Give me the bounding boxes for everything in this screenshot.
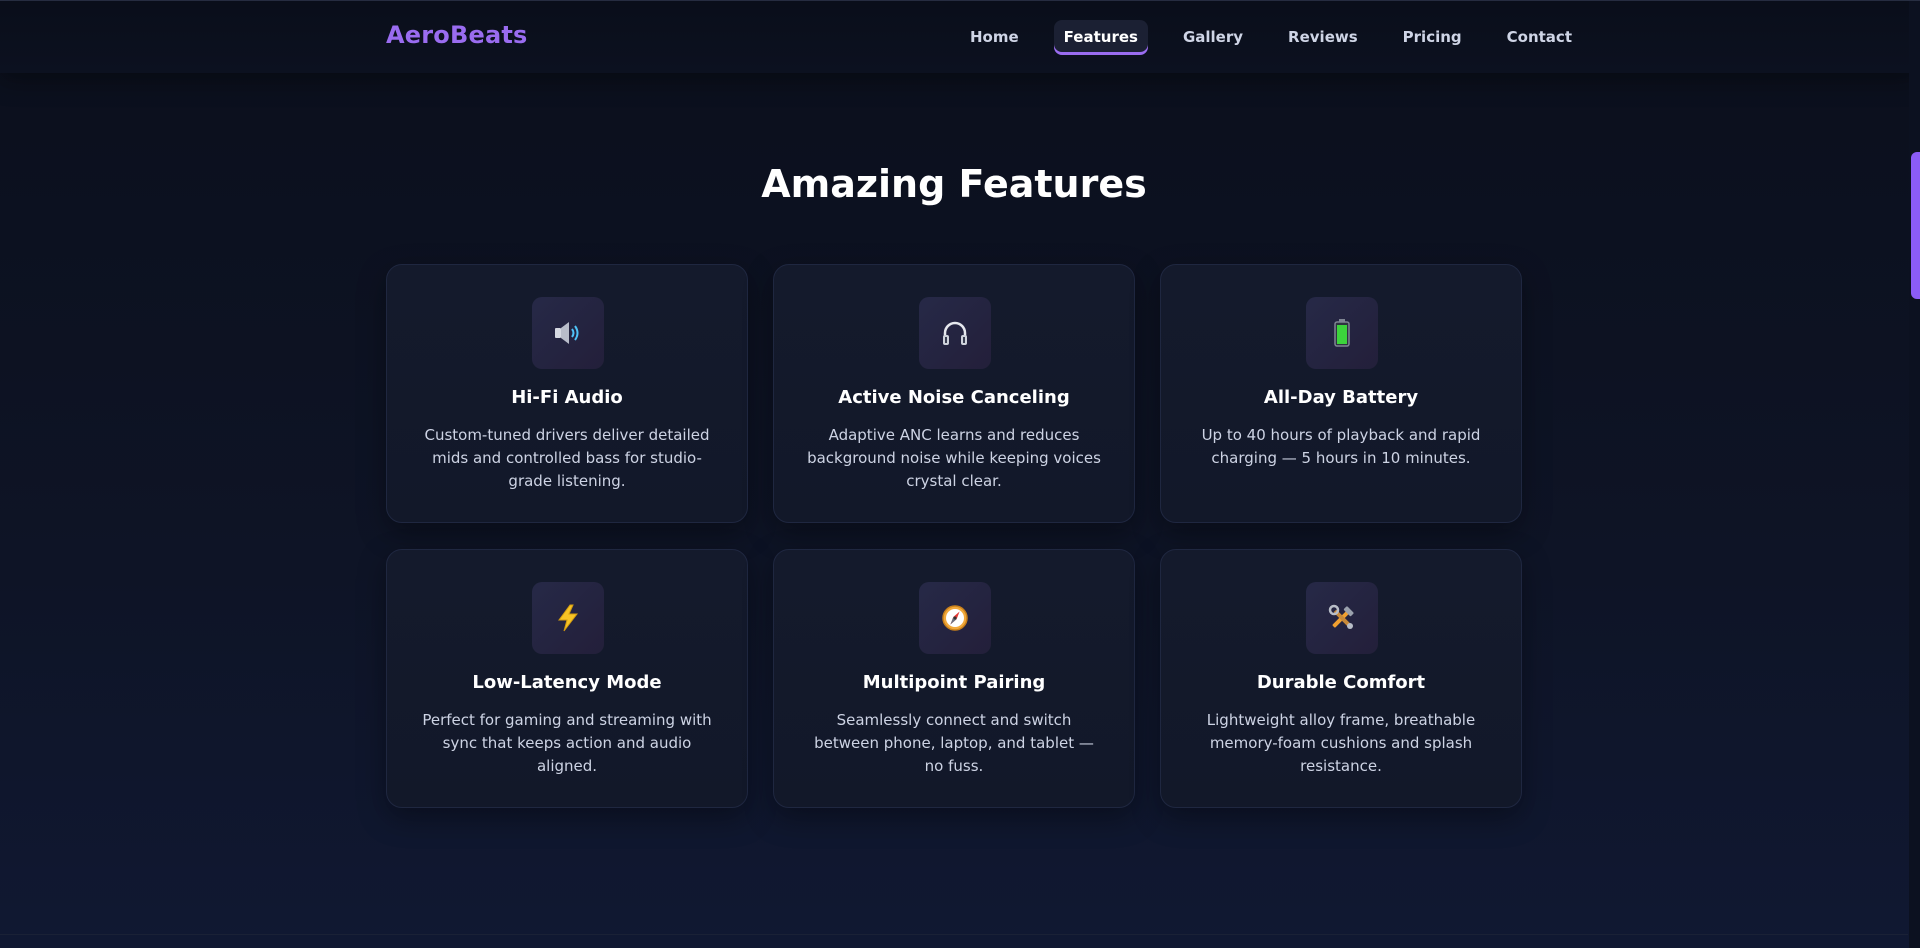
scrollbar-thumb[interactable] xyxy=(1911,152,1920,299)
feature-title: Hi-Fi Audio xyxy=(511,387,623,408)
section-divider xyxy=(0,934,1908,935)
nav-link-pricing[interactable]: Pricing xyxy=(1393,20,1472,55)
feature-card-hifi-audio: Hi-Fi Audio Custom-tuned drivers deliver… xyxy=(386,264,748,523)
lightning-icon xyxy=(532,582,604,654)
feature-card-battery: All-Day Battery Up to 40 hours of playba… xyxy=(1160,264,1522,523)
feature-title: Active Noise Canceling xyxy=(838,387,1070,408)
feature-title: Low-Latency Mode xyxy=(472,672,662,693)
feature-description: Adaptive ANC learns and reduces backgrou… xyxy=(807,426,1101,490)
battery-icon xyxy=(1306,297,1378,369)
compass-icon xyxy=(919,582,991,654)
speaker-icon xyxy=(532,297,604,369)
navbar: AeroBeats Home Features Gallery Reviews … xyxy=(0,1,1920,73)
feature-description: Custom-tuned drivers deliver detailed mi… xyxy=(424,426,710,490)
feature-title: All-Day Battery xyxy=(1263,387,1419,408)
feature-card-anc: Active Noise Canceling Adaptive ANC lear… xyxy=(773,264,1135,523)
features-grid: Hi-Fi Audio Custom-tuned drivers deliver… xyxy=(386,264,1522,808)
feature-card-durable: Durable Comfort Lightweight alloy frame,… xyxy=(1160,549,1522,808)
scrollbar-track[interactable] xyxy=(1909,1,1920,948)
nav-link-contact[interactable]: Contact xyxy=(1497,20,1582,55)
feature-card-low-latency: Low-Latency Mode Perfect for gaming and … xyxy=(386,549,748,808)
feature-description: Seamlessly connect and switch between ph… xyxy=(814,711,1094,775)
nav-link-features[interactable]: Features xyxy=(1053,20,1148,55)
tools-icon xyxy=(1306,582,1378,654)
feature-card-multipoint: Multipoint Pairing Seamlessly connect an… xyxy=(773,549,1135,808)
nav-link-gallery[interactable]: Gallery xyxy=(1173,20,1253,55)
feature-description: Perfect for gaming and streaming with sy… xyxy=(422,711,712,775)
brand-logo[interactable]: AeroBeats xyxy=(386,21,528,49)
feature-description: Up to 40 hours of playback and rapid cha… xyxy=(1201,426,1481,467)
nav-link-home[interactable]: Home xyxy=(960,20,1029,55)
nav-link-reviews[interactable]: Reviews xyxy=(1278,20,1368,55)
section-title: Amazing Features xyxy=(761,162,1147,206)
headphones-icon xyxy=(919,297,991,369)
feature-title: Multipoint Pairing xyxy=(862,672,1046,693)
feature-title: Durable Comfort xyxy=(1256,672,1426,693)
main-nav: Home Features Gallery Reviews Pricing Co… xyxy=(960,20,1607,55)
feature-description: Lightweight alloy frame, breathable memo… xyxy=(1206,711,1476,775)
